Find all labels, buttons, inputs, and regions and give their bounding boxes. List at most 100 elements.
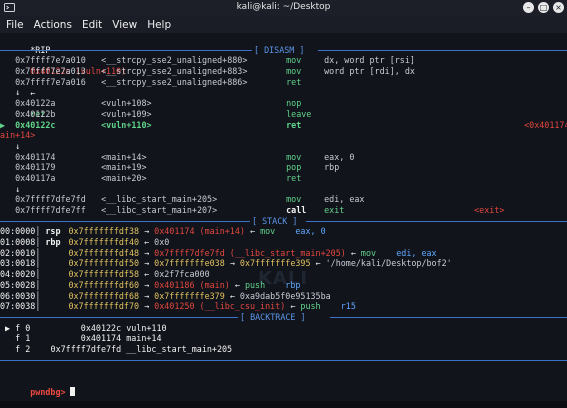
backtrace-frame[interactable]: f 1 0x401174 main+14 [0, 333, 567, 344]
disasm-symbol: <main+20> [101, 172, 147, 183]
disasm-symbol: <__libc_start_main+205> [101, 194, 218, 205]
disasm-symbol: <__strcpy_sse2_unaligned+880> [101, 55, 248, 66]
disasm-address: 0x7ffff7e7a016 [15, 76, 86, 87]
disasm-mnemonic: mov [286, 194, 302, 205]
frame-index: f 0 [15, 322, 31, 333]
frame-index: f 1 [15, 333, 31, 344]
frame-symbol: main+14 [126, 333, 162, 344]
frame-address: 0x40122c [80, 322, 122, 333]
branch-target: <exit> [474, 205, 505, 215]
stack-tail-operands: edi, eax [396, 247, 437, 258]
stack-tail-instruction: mov [260, 226, 276, 237]
disasm-operands: rbp [324, 162, 340, 173]
disasm-line: 0x401174 <main+14> mov eax, 0 [0, 152, 567, 163]
close-icon[interactable]: × [553, 2, 564, 13]
branch-target: <0x401174; m [524, 119, 567, 130]
stack-address: 0x7fffffffdf50 [68, 258, 140, 269]
stack-offset: 07:0038 [0, 301, 36, 312]
disasm-address: 0x7ffff7dfe7fd [15, 194, 86, 205]
backtrace-frame[interactable]: f 2 0x7ffff7dfe7fd __libc_start_main+205 [0, 344, 567, 355]
disasm-header: [ DISASM ] [254, 44, 305, 55]
backtrace-header: [ BACKTRACE ] [240, 311, 306, 322]
disasm-symbol: <main+19> [101, 162, 147, 173]
disasm-mnemonic: mov [286, 151, 302, 162]
stack-separator: [ STACK ] [0, 216, 567, 227]
menu-actions[interactable]: Actions [29, 19, 77, 31]
stack-address: 0x7fffffffdf48 [68, 247, 140, 258]
frame-symbol: __libc_start_main+205 [126, 343, 233, 354]
stack-register: rsp [45, 226, 61, 237]
disasm-line: 0x40122a <vuln+108> nop [0, 98, 567, 109]
disasm-line: 0x7ffff7e7a010 <__strcpy_sse2_unaligned+8… [0, 55, 567, 66]
bottom-separator [0, 355, 567, 366]
disasm-symbol: <vuln+110> [101, 119, 152, 130]
flow-arrow-line: ↓ [0, 87, 567, 98]
wrapped-line: ain+14> [0, 130, 567, 141]
terminal-output[interactable]: *RIP 0x40122c (vuln+110) ← ret [ DISASM … [0, 33, 567, 401]
stack-value: 0x7fffffffe379 [154, 290, 225, 301]
disasm-line: ▶ 0x40122c<vuln+110>ret<0x401174; m [0, 120, 567, 131]
menu-bar: File Actions Edit View Help [0, 16, 567, 33]
window-controls: – □ × [523, 2, 564, 13]
stack-offset: 03:0018 [0, 258, 36, 269]
disasm-symbol: <__strcpy_sse2_unaligned+886> [101, 76, 248, 87]
disasm-address: 0x40122b [15, 108, 56, 119]
flow-arrow-line: ↓ [0, 184, 567, 195]
minimize-icon[interactable]: – [523, 2, 534, 13]
text-cursor [69, 386, 75, 396]
stack-header: [ STACK ] [252, 215, 298, 226]
stack-offset: 06:0030 [0, 290, 36, 301]
stack-value: 0x0 [154, 237, 170, 248]
stack-value: 0x401174 (main+14) [154, 226, 245, 237]
stack-offset: 04:0020 [0, 269, 36, 280]
stack-value: 0x7fffffffe038 [154, 258, 225, 269]
disasm-mnemonic: mov [286, 66, 302, 77]
disasm-line: 0x401179 <main+19> pop rbp [0, 162, 567, 173]
disasm-mnemonic: call [286, 205, 307, 215]
menu-edit[interactable]: Edit [77, 19, 107, 31]
disasm-symbol: <vuln+109> [101, 108, 152, 119]
frame-symbol: vuln+110 [126, 322, 167, 333]
stack-address: 0x7fffffffdf70 [68, 301, 140, 312]
backtrace-separator: [ BACKTRACE ] [0, 312, 567, 323]
disasm-mnemonic: ret [286, 119, 302, 130]
title-bar: kali@kali: ~/Desktop – □ × [0, 0, 567, 17]
stack-address: 0x7fffffffdf68 [68, 290, 140, 301]
disasm-mnemonic: pop [286, 162, 302, 173]
backtrace-frame[interactable]: ▶ f 0 0x40122c vuln+110 [0, 323, 567, 334]
disasm-address: 0x40117a [15, 172, 56, 183]
disasm-panel: 0x7ffff7e7a010 <__strcpy_sse2_unaligned+8… [0, 55, 567, 215]
disasm-mnemonic: leave [286, 108, 312, 119]
disasm-operands: edi, eax [324, 194, 365, 205]
disasm-mnemonic: nop [286, 98, 302, 109]
disasm-line: 0x40117a <main+20> ret [0, 173, 567, 184]
menu-help[interactable]: Help [142, 19, 176, 31]
stack-address: 0x7fffffffdf40 [68, 237, 140, 248]
flow-arrow-icon: ↓ [15, 183, 21, 194]
stack-value: 0x2f7fca000 [154, 269, 210, 280]
rip-register-line: *RIP 0x40122c (vuln+110) ← ret [0, 34, 567, 119]
stack-tail-instruction: mov [360, 247, 377, 258]
frame-address: 0x401174 [80, 333, 122, 344]
terminal-window: kali@kali: ~/Desktop – □ × File Actions … [0, 0, 567, 401]
disasm-line: 0x7ffff7e7a016 <__strcpy_sse2_unaligned+8… [0, 77, 567, 88]
disasm-address: 0x401179 [15, 162, 56, 173]
stack-row: 00:0000│ rsp 0x7fffffffdf38 → 0x401174 (… [0, 226, 326, 237]
prompt-line[interactable]: pwndbg> [0, 376, 567, 397]
disasm-symbol: <__libc_start_main+207> [101, 205, 218, 215]
stack-tail-operands: r15 [340, 301, 356, 312]
disasm-symbol: <main+14> [101, 151, 147, 162]
disasm-address: 0x7ffff7dfe7ff [15, 205, 86, 215]
menu-view[interactable]: View [107, 19, 142, 31]
disasm-address: 0x40122c [15, 119, 56, 130]
disasm-operands: dx, word ptr [rsi] [324, 55, 415, 66]
kali-watermark: KALI [257, 268, 309, 289]
flow-arrow-line: ↓ [0, 141, 567, 152]
stack-offset: 00:0000 [0, 226, 36, 237]
disasm-line: 0x7ffff7dfe7ff <__libc_start_main+207> cal… [0, 205, 567, 216]
pwndbg-prompt: pwndbg> [30, 386, 66, 397]
flow-arrow-icon: ↓ [15, 140, 21, 151]
menu-file[interactable]: File [0, 19, 29, 31]
wrapped-text: ain+14> [0, 130, 36, 141]
maximize-icon[interactable]: □ [538, 2, 549, 13]
